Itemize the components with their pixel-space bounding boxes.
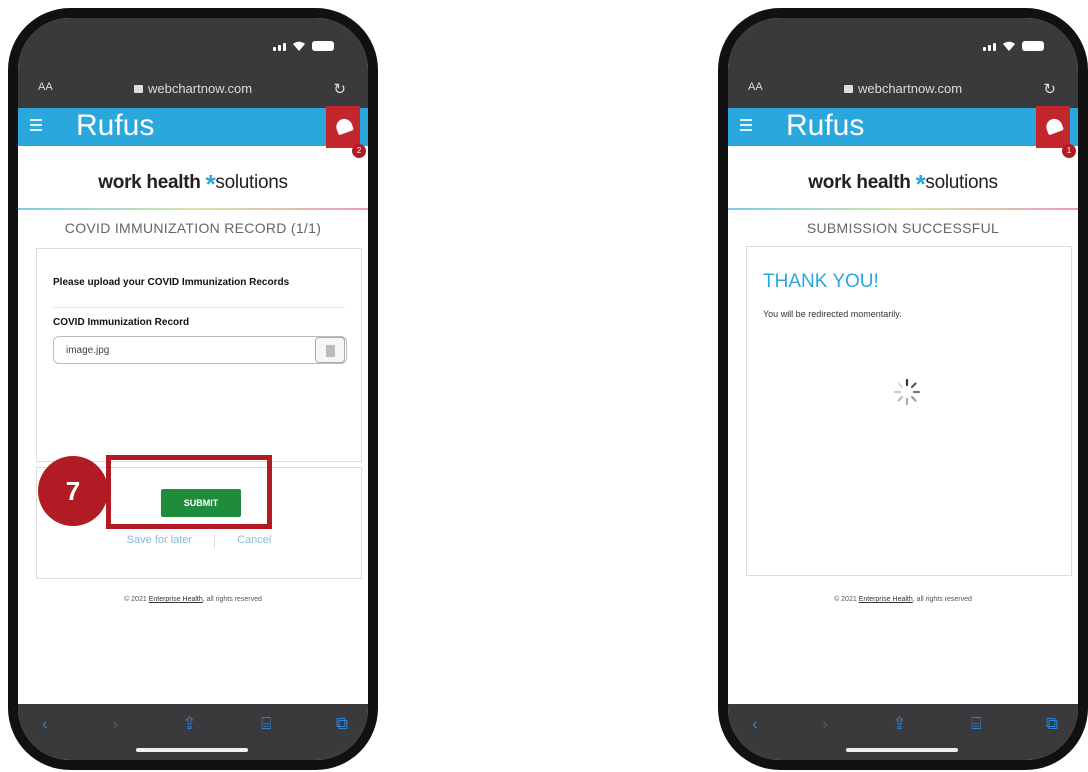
bell-icon	[334, 116, 354, 136]
battery-icon	[312, 41, 334, 51]
tabs-icon[interactable]: ⧉	[336, 714, 348, 734]
signal-icon	[273, 43, 286, 51]
browser-toolbar: ‹ › ⇪ ⌸ ⧉	[728, 704, 1078, 760]
file-input[interactable]: image.jpg	[53, 336, 347, 364]
app-title: Rufus	[76, 109, 155, 142]
hamburger-menu-icon[interactable]	[740, 119, 752, 133]
divider	[53, 307, 345, 308]
callout-number-badge: 7	[38, 456, 108, 526]
file-icon	[326, 345, 335, 357]
success-card: THANK YOU! You will be redirected moment…	[746, 246, 1072, 576]
status-bar	[728, 18, 1078, 72]
brand-logo: work health *solutions	[808, 169, 998, 199]
save-for-later-link[interactable]: Save for later	[127, 534, 192, 548]
app-header: Rufus 1	[728, 106, 1078, 158]
link-separator	[214, 534, 216, 548]
field-label: COVID Immunization Record	[53, 317, 190, 328]
url-text[interactable]: webchartnow.com	[858, 81, 962, 96]
notifications-button[interactable]: 1	[1036, 106, 1076, 158]
file-browse-button[interactable]	[315, 337, 345, 363]
status-bar	[18, 18, 368, 72]
footer-link[interactable]: Enterprise Health	[149, 596, 203, 603]
notifications-button[interactable]: 2	[326, 106, 366, 158]
hamburger-menu-icon[interactable]	[30, 119, 42, 133]
forward-icon[interactable]: ›	[112, 714, 118, 734]
app-title: Rufus	[786, 109, 865, 142]
reload-icon[interactable]: ↻	[333, 80, 346, 98]
url-bar[interactable]: AA webchartnow.com ↻	[728, 72, 1078, 108]
app-header: Rufus 2	[18, 106, 368, 158]
back-icon[interactable]: ‹	[752, 714, 758, 734]
forward-icon[interactable]: ›	[822, 714, 828, 734]
notification-badge: 2	[352, 144, 366, 158]
tabs-icon[interactable]: ⧉	[1046, 714, 1058, 734]
upload-card: Please upload your COVID Immunization Re…	[36, 248, 362, 462]
divider	[18, 208, 368, 210]
lock-icon	[843, 85, 853, 93]
footer: © 2021 Enterprise Health, all rights res…	[124, 596, 262, 603]
footer-link[interactable]: Enterprise Health	[859, 596, 913, 603]
battery-icon	[1022, 41, 1044, 51]
upload-prompt: Please upload your COVID Immunization Re…	[53, 277, 290, 288]
reload-icon[interactable]: ↻	[1043, 80, 1056, 98]
browser-toolbar: ‹ › ⇪ ⌸ ⧉	[18, 704, 368, 760]
footer: © 2021 Enterprise Health, all rights res…	[834, 596, 972, 603]
callout-highlight-box	[106, 455, 272, 529]
phone-left: AA webchartnow.com ↻ Rufus 2 work health…	[8, 8, 378, 770]
bookmarks-icon[interactable]: ⌸	[971, 714, 981, 734]
home-indicator	[136, 748, 248, 752]
divider	[728, 208, 1078, 210]
share-icon[interactable]: ⇪	[182, 714, 196, 734]
lock-icon	[133, 85, 143, 93]
signal-icon	[983, 43, 996, 51]
back-icon[interactable]: ‹	[42, 714, 48, 734]
wifi-icon	[1003, 41, 1015, 51]
share-icon[interactable]: ⇪	[892, 714, 906, 734]
bookmarks-icon[interactable]: ⌸	[261, 714, 271, 734]
wifi-icon	[293, 41, 305, 51]
page-title: SUBMISSION SUCCESSFUL	[806, 220, 1000, 236]
home-indicator	[846, 748, 958, 752]
phone-right: AA webchartnow.com ↻ Rufus 1 work health…	[718, 8, 1088, 770]
notification-badge: 1	[1062, 144, 1076, 158]
redirect-message: You will be redirected momentarily.	[763, 309, 902, 319]
screen-left: AA webchartnow.com ↻ Rufus 2 work health…	[18, 18, 368, 760]
brand-logo: work health *solutions	[98, 169, 288, 199]
thank-you-heading: THANK YOU!	[763, 271, 879, 292]
url-bar[interactable]: AA webchartnow.com ↻	[18, 72, 368, 108]
cancel-link[interactable]: Cancel	[237, 534, 271, 548]
page-title: COVID IMMUNIZATION RECORD (1/1)	[64, 220, 322, 236]
bell-icon	[1044, 116, 1064, 136]
url-text[interactable]: webchartnow.com	[148, 81, 252, 96]
screen-right: AA webchartnow.com ↻ Rufus 1 work health…	[728, 18, 1078, 760]
loading-spinner-icon	[893, 378, 921, 406]
